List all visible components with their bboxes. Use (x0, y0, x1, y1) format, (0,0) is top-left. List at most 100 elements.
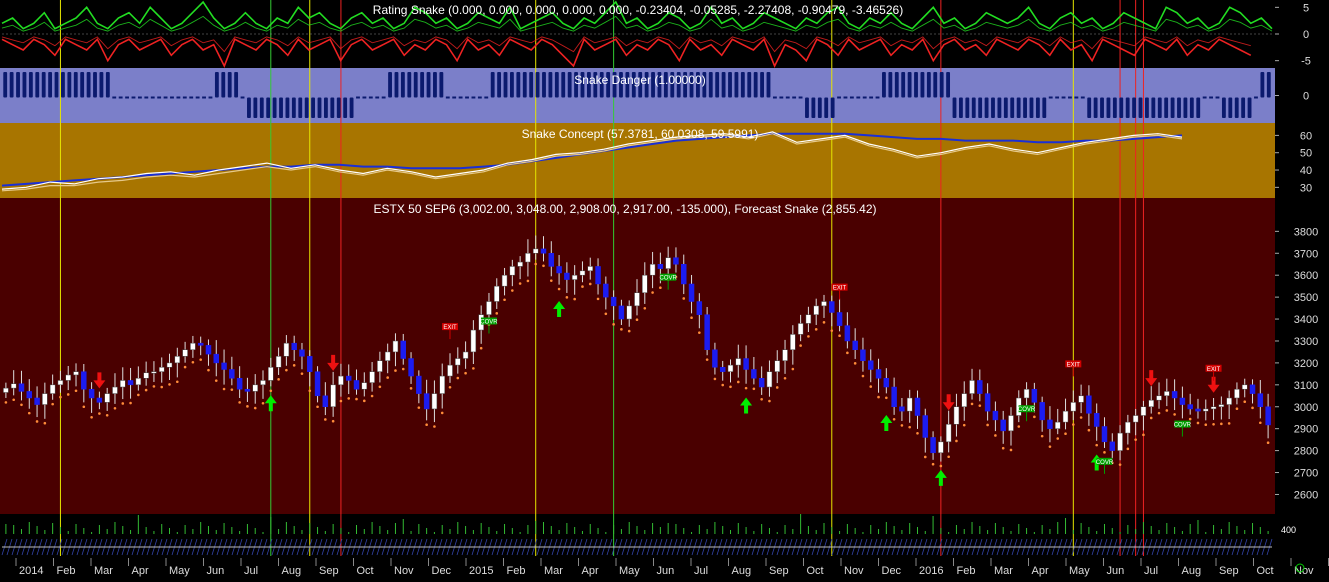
x-tick-label: Apr (582, 565, 599, 577)
danger-bar (67, 72, 72, 98)
price-tick-label: 3600 (1294, 270, 1318, 282)
candle-up (120, 380, 126, 388)
forecast-dot (417, 406, 421, 409)
forecast-dot (760, 398, 763, 401)
candle-up (252, 384, 258, 392)
forecast-dot (807, 335, 810, 338)
candle-up (1148, 399, 1154, 408)
forecast-dot (98, 412, 101, 415)
concept-tick-label: 50 (1300, 148, 1312, 160)
candle-down (758, 378, 765, 388)
forecast-dot (1118, 463, 1122, 466)
forecast-dot (1103, 451, 1106, 454)
danger-bar (914, 72, 918, 98)
candle-down (307, 356, 313, 372)
forecast-dot (207, 368, 210, 372)
candle-up (969, 380, 975, 394)
forecast-dot (183, 365, 187, 369)
forecast-dot (292, 364, 296, 367)
forecast-dot (744, 386, 748, 390)
forecast-dot (1095, 443, 1098, 447)
danger-dot (195, 96, 200, 99)
danger-dot (1215, 96, 1220, 99)
forecast-dot (82, 405, 86, 409)
concept-tick-label: 40 (1300, 165, 1312, 177)
danger-dot (112, 96, 117, 99)
candle-up (642, 274, 648, 293)
candle-up (73, 371, 79, 376)
danger-bar (946, 72, 951, 98)
danger-bar (407, 72, 412, 98)
danger-dot (484, 96, 489, 99)
forecast-dot (721, 383, 725, 387)
candle-down (1093, 413, 1100, 427)
danger-bar (708, 72, 713, 98)
danger-bar (734, 72, 739, 98)
candle-up (532, 248, 539, 254)
candle-down (681, 263, 687, 285)
danger-dot (240, 96, 245, 99)
danger-bar (28, 72, 33, 98)
forecast-dot (635, 318, 639, 322)
forecast-dot (705, 358, 709, 361)
danger-bar (901, 72, 906, 98)
danger-bar (1164, 97, 1169, 118)
danger-bar (1132, 97, 1137, 118)
candle-down (299, 349, 305, 357)
forecast-dot (1212, 422, 1215, 426)
candle-down (829, 301, 835, 313)
danger-dot (189, 96, 194, 99)
candle-down (860, 349, 866, 361)
candle-down (610, 296, 617, 307)
danger-bar (99, 72, 104, 98)
danger-bar (760, 72, 764, 98)
candle-up (431, 393, 438, 410)
forecast-dot (947, 455, 950, 459)
danger-title: Snake Danger (1.00000) (574, 73, 705, 87)
forecast-dot (861, 374, 865, 378)
candle-down (1187, 404, 1193, 410)
danger-bar (824, 97, 829, 118)
danger-bar (413, 72, 418, 98)
danger-bar (882, 72, 886, 98)
candle-down (719, 367, 726, 372)
danger-bar (317, 97, 322, 118)
forecast-dot (588, 282, 592, 286)
rating-title: Rating Snake (0.000, 0.000, 0.000, 0.000… (373, 3, 903, 17)
chart-canvas[interactable]: EXITEXITEXITEXITCOVRCOVRCOVRCOVRCOVR 50-… (0, 0, 1329, 577)
candle-down (930, 437, 936, 454)
danger-dot (157, 96, 162, 99)
forecast-dot (105, 414, 109, 417)
danger-bar (766, 72, 771, 98)
danger-dot (356, 96, 360, 99)
danger-dot (381, 96, 386, 99)
danger-bar (1151, 97, 1156, 118)
danger-bar (1112, 97, 1117, 118)
forecast-dot (846, 351, 849, 355)
forecast-dot (214, 379, 218, 382)
danger-bar (80, 72, 85, 98)
danger-dot (1209, 96, 1213, 99)
danger-bar (227, 72, 232, 98)
forecast-dot (931, 462, 935, 466)
forecast-dot (511, 289, 514, 292)
candle-up (338, 375, 344, 386)
forecast-dot (370, 394, 374, 398)
candle-up (953, 406, 960, 425)
candle-up (649, 263, 656, 276)
price-tick-label: 2600 (1294, 489, 1318, 501)
forecast-dot (962, 423, 966, 427)
forecast-dot (324, 418, 327, 421)
candle-up (525, 253, 531, 263)
danger-bar (1189, 97, 1194, 118)
candle-down (891, 386, 897, 408)
danger-bar (73, 72, 78, 98)
candle-up (57, 380, 64, 386)
candle-up (143, 372, 149, 379)
forecast-dot (978, 404, 982, 407)
candle-up (392, 340, 399, 353)
chart-window: EXIT EXIT EXIT EXIT COVR COVR COVR COVR COVR 50-… (0, 0, 1329, 577)
danger-bar (1170, 97, 1175, 118)
candle-up (501, 274, 508, 287)
danger-bar (817, 97, 822, 118)
